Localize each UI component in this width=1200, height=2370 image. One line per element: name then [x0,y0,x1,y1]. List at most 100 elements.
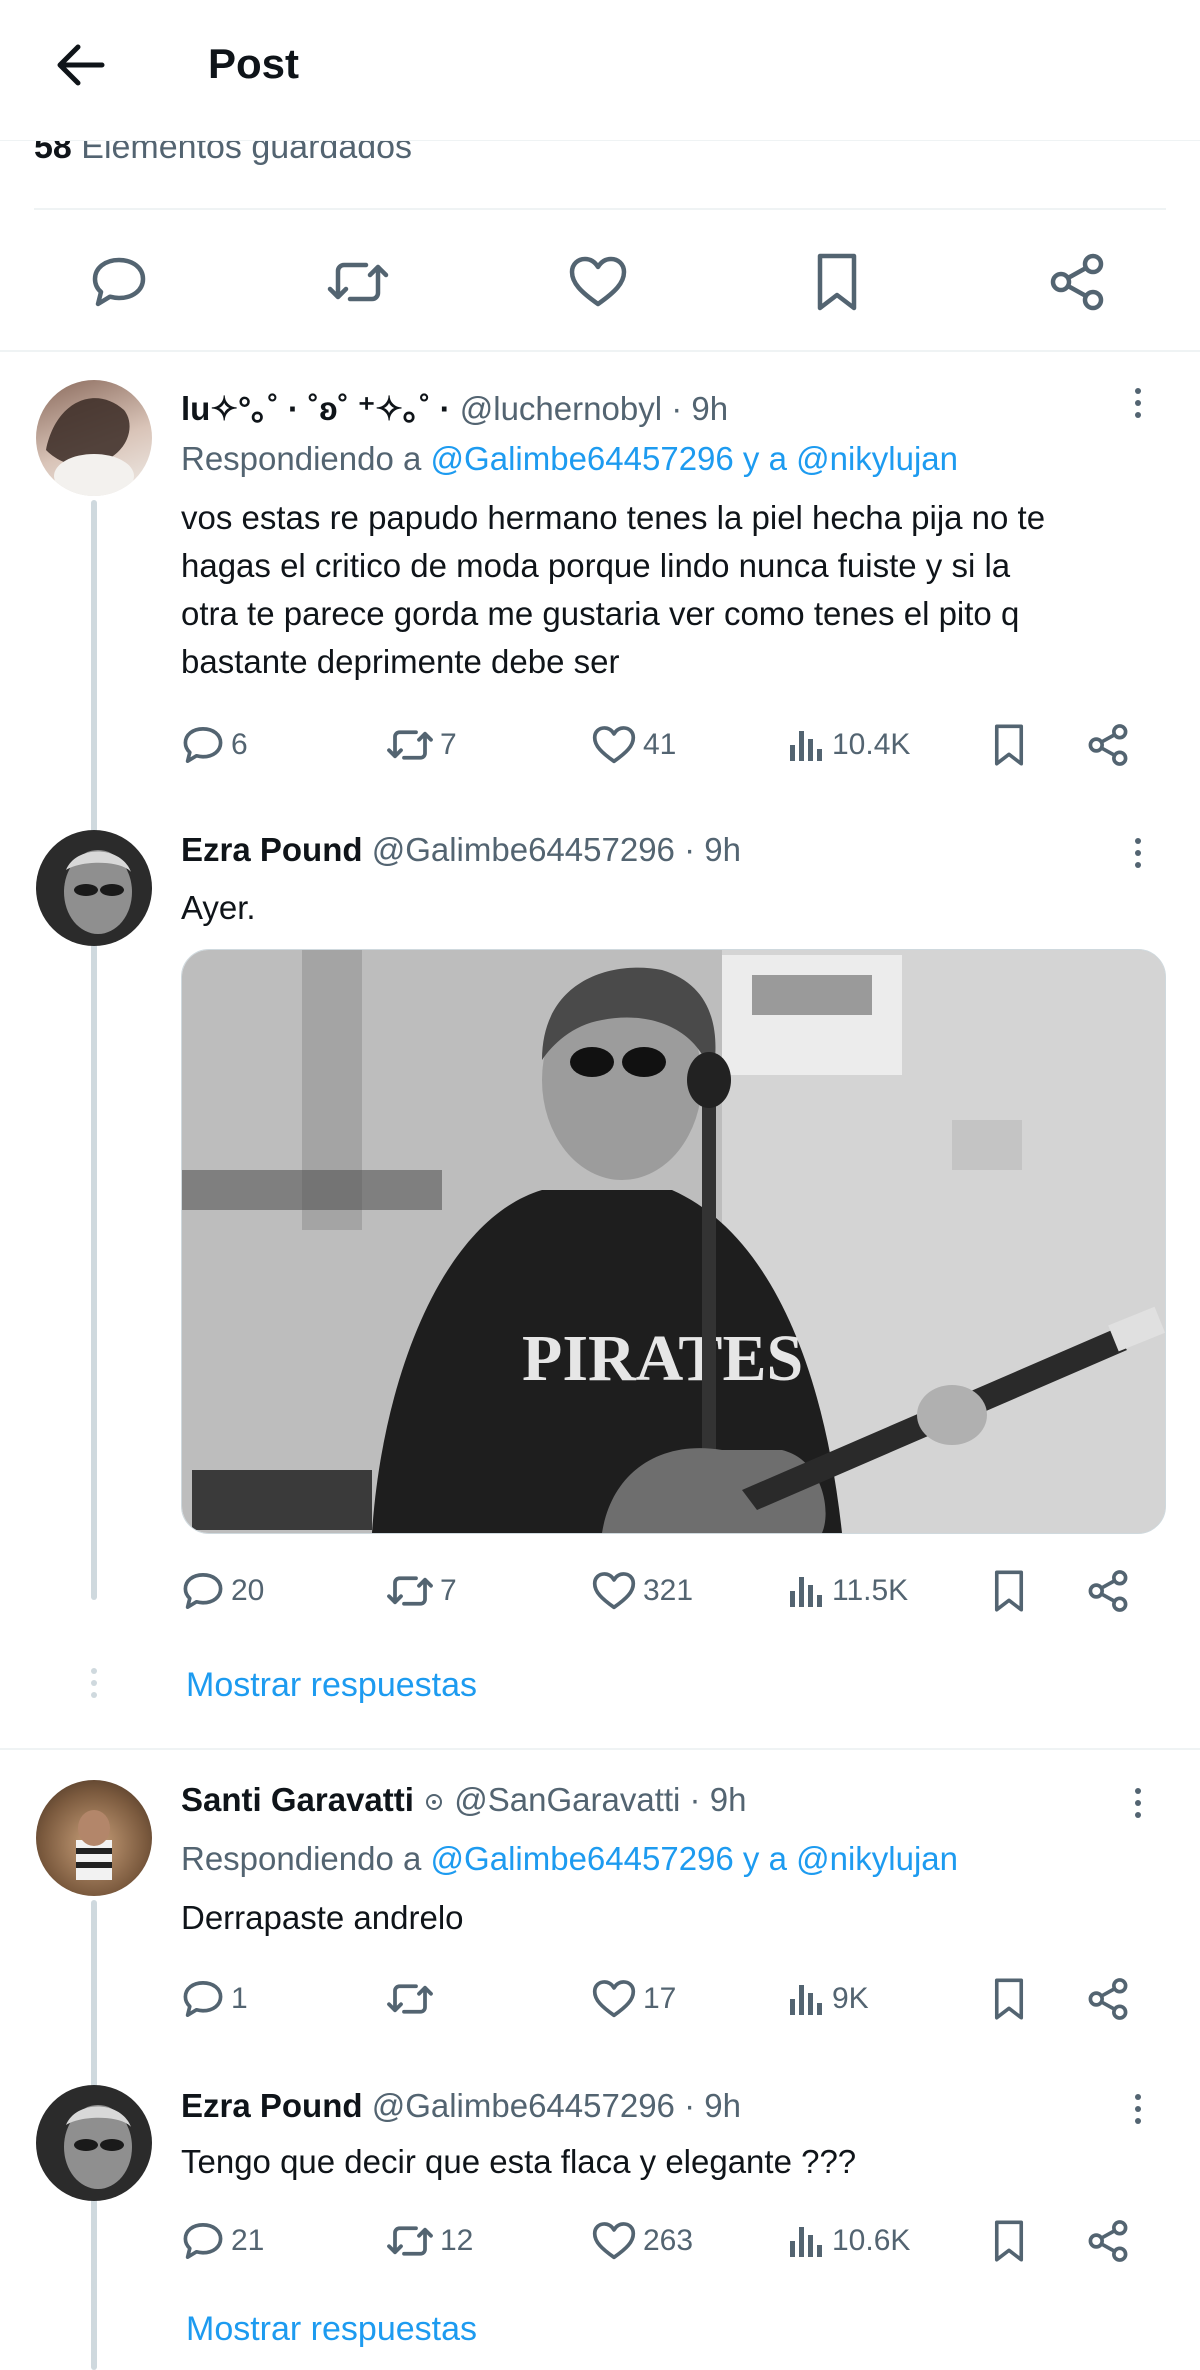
views-count: 10.6K [832,2224,911,2257]
divider [0,350,1200,352]
heart-icon [592,726,636,764]
like-button[interactable]: 263 [591,2216,693,2266]
timestamp[interactable]: 9h [691,390,728,427]
repost-button[interactable] [323,252,393,312]
timestamp[interactable]: 9h [704,2087,741,2124]
separator-dot: · [671,390,683,427]
avatar[interactable] [36,1780,152,1896]
reply-mentions[interactable]: @Galimbe64457296 y a @nikylujan [431,1840,958,1877]
hoodie-text: PIRATES [522,1322,803,1395]
bookmark-button[interactable] [991,1974,1033,2024]
user-handle[interactable]: @SanGaravatti [454,1781,680,1818]
repost-icon [327,262,389,302]
more-vertical-icon[interactable] [1126,2089,1150,2129]
tweet-text: vos estas re papudo hermano tenes la pie… [181,494,1171,686]
replying-prefix: Respondiendo a [181,1840,422,1877]
views-button[interactable]: 9K [786,1974,869,2024]
repost-button[interactable]: 12 [386,2216,473,2266]
back-button[interactable] [44,34,116,96]
views-count: 9K [832,1982,869,2015]
reply-button[interactable] [84,252,154,312]
share-button[interactable] [1042,252,1112,312]
repost-button[interactable] [386,1974,440,2024]
tweet-header: lu✧°｡˚ · ˚ʚ˚ ⁺✧｡˚ · @luchernobyl · 9h [181,382,728,430]
avatar[interactable] [36,380,152,496]
more-vertical-icon[interactable] [1126,383,1150,423]
bar-chart-icon [790,1577,822,1607]
share-button[interactable] [1086,720,1136,770]
display-name[interactable]: Ezra Pound [181,2087,363,2124]
bookmark-button[interactable] [802,252,872,312]
user-handle[interactable]: @Galimbe64457296 [372,831,675,868]
likes-count: 263 [643,2224,694,2257]
like-button[interactable] [563,252,633,312]
replies-count: 6 [231,728,248,761]
text-line: hagas el critico de moda porque lindo nu… [181,547,1011,584]
bookmark-button[interactable] [991,2216,1033,2266]
views-button[interactable]: 10.6K [786,2216,910,2266]
thread-dots [91,2316,97,2352]
repost-button[interactable]: 7 [386,720,457,770]
show-replies-link[interactable]: Mostrar respuestas [186,2310,477,2349]
share-button[interactable] [1086,1974,1136,2024]
views-count: 10.4K [832,728,911,761]
share-icon [1088,1570,1128,1612]
user-handle[interactable]: @Galimbe64457296 [372,2087,675,2124]
views-count: 11.5K [832,1574,909,1607]
repost-icon [387,1576,433,1606]
reply-button[interactable]: 20 [181,1566,264,1616]
avatar[interactable] [36,2085,152,2201]
likes-count: 17 [643,1982,677,2015]
reply-mentions[interactable]: @Galimbe64457296 y a @nikylujan [431,440,958,477]
comment-icon [183,1573,223,1609]
display-name[interactable]: Santi Garavatti [181,1781,414,1818]
bookmark-icon [994,724,1024,766]
share-button[interactable] [1086,2216,1136,2266]
bookmark-icon [994,2220,1024,2262]
more-vertical-icon[interactable] [1126,1783,1150,1823]
heart-icon [592,1572,636,1610]
share-icon [1088,2220,1128,2262]
separator-dot: · [684,2087,696,2124]
tweet-actions: 6 7 41 10.4K [181,720,1161,770]
likes-count: 41 [643,728,677,761]
share-icon [1050,253,1104,311]
tweet-header: Ezra Pound @Galimbe64457296 · 9h [181,831,741,869]
heart-icon [569,256,627,307]
heart-icon [592,2222,636,2260]
bookmark-button[interactable] [991,720,1033,770]
like-button[interactable]: 321 [591,1566,693,1616]
bookmark-icon [994,1978,1024,2020]
display-name[interactable]: Ezra Pound [181,831,363,868]
share-button[interactable] [1086,1566,1136,1616]
timestamp[interactable]: 9h [710,1781,747,1818]
separator-dot: · [689,1781,701,1818]
page-title: Post [208,40,300,87]
like-button[interactable]: 41 [591,720,676,770]
views-button[interactable]: 11.5K [786,1566,908,1616]
reply-button[interactable]: 21 [181,2216,264,2266]
views-button[interactable]: 10.4K [786,720,910,770]
tweet-actions: 1 17 9K [181,1974,1161,2024]
tweet-photo[interactable]: PIRATES [181,949,1166,1534]
user-handle[interactable]: @luchernobyl [460,390,662,427]
reply-button[interactable]: 1 [181,1974,248,2024]
like-button[interactable]: 17 [591,1974,676,2024]
show-replies-link[interactable]: Mostrar respuestas [186,1666,477,1705]
bookmark-button[interactable] [991,1566,1033,1616]
bar-chart-icon [790,2227,822,2257]
replying-prefix: Respondiendo a [181,440,422,477]
heart-icon [592,1980,636,2018]
tweet-header: Santi Garavatti @SanGaravatti · 9h [181,1781,746,1819]
bookmark-icon [817,253,857,311]
repost-button[interactable]: 7 [386,1566,457,1616]
comment-icon [183,1981,223,2017]
avatar[interactable] [36,830,152,946]
more-vertical-icon[interactable] [1126,833,1150,873]
thread-dots [91,1668,97,1704]
tweet-text: Tengo que decir que esta flaca y elegant… [181,2143,857,2180]
reply-button[interactable]: 6 [181,720,248,770]
display-name[interactable]: lu✧°｡˚ · ˚ʚ˚ ⁺✧｡˚ · [181,390,451,427]
repost-icon [387,1984,433,2014]
timestamp[interactable]: 9h [704,831,741,868]
